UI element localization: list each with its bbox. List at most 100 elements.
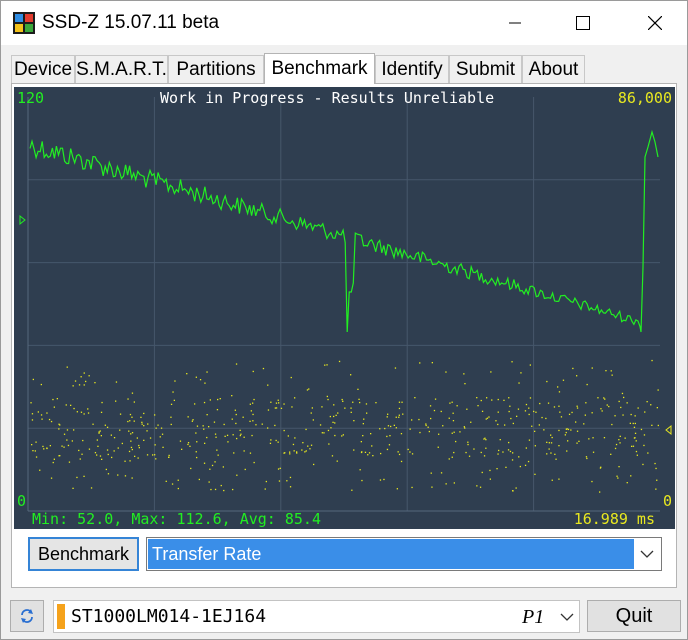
scatter-point <box>636 454 638 456</box>
scatter-point <box>255 424 257 426</box>
scatter-point <box>364 451 367 453</box>
tab-smart[interactable]: S.M.A.R.T. <box>75 55 168 83</box>
scatter-point <box>35 441 37 443</box>
scatter-point <box>168 454 170 457</box>
transfer-rate-line <box>29 129 659 333</box>
quit-button[interactable]: Quit <box>587 600 681 632</box>
scatter-point <box>635 440 637 442</box>
scatter-point <box>488 416 490 418</box>
tab-about[interactable]: About <box>522 55 585 83</box>
scatter-point <box>203 428 205 430</box>
scatter-point <box>565 431 567 434</box>
scatter-point <box>30 402 32 404</box>
scatter-point <box>525 447 527 449</box>
scatter-point <box>155 427 157 429</box>
scatter-point <box>313 463 315 466</box>
scatter-point <box>606 404 608 406</box>
app-icon <box>13 12 35 34</box>
scatter-point <box>149 437 152 439</box>
app-window: SSD-Z 15.07.11 beta Device S.M.A.R.T. Pa… <box>0 0 688 640</box>
scatter-point <box>301 449 303 451</box>
minimize-button[interactable] <box>486 1 544 45</box>
scatter-point <box>98 432 100 434</box>
scatter-point <box>414 397 416 399</box>
scatter-point <box>117 447 119 449</box>
scatter-point <box>411 486 413 489</box>
scatter-point <box>215 436 217 438</box>
scatter-point <box>106 449 109 451</box>
tab-submit[interactable]: Submit <box>449 55 522 83</box>
scatter-point <box>331 455 334 457</box>
scatter-point <box>210 488 212 491</box>
scatter-point <box>533 410 535 413</box>
scatter-point <box>467 443 469 446</box>
scatter-point <box>508 410 510 413</box>
scatter-point <box>656 407 658 409</box>
drive-select[interactable]: ST1000LM014-1EJ164 P1 <box>53 600 580 633</box>
scatter-point <box>76 411 78 413</box>
scatter-point <box>269 442 272 444</box>
scatter-point <box>275 402 278 404</box>
scatter-point <box>335 414 337 416</box>
scatter-point <box>558 478 560 480</box>
scatter-point <box>100 435 102 437</box>
scatter-point <box>576 407 579 409</box>
chevron-down-icon[interactable] <box>633 538 661 570</box>
scatter-point <box>267 384 269 386</box>
scatter-point <box>400 460 403 463</box>
scatter-point <box>516 415 518 417</box>
scatter-point <box>409 428 411 430</box>
scatter-point <box>129 420 131 422</box>
scatter-point <box>262 367 265 370</box>
scatter-point <box>398 453 401 456</box>
scatter-point <box>265 480 267 483</box>
scatter-point <box>56 398 58 400</box>
scatter-point <box>242 416 244 418</box>
maximize-button[interactable] <box>554 1 612 45</box>
tab-partitions[interactable]: Partitions <box>168 55 264 83</box>
tab-device[interactable]: Device <box>11 55 75 83</box>
scatter-point <box>65 404 67 406</box>
scatter-point <box>196 425 199 427</box>
scatter-point <box>592 451 595 453</box>
scatter-point <box>485 418 487 420</box>
scatter-point <box>216 409 219 411</box>
scatter-point <box>141 421 143 423</box>
scatter-point <box>177 487 179 490</box>
scatter-point <box>187 443 189 446</box>
scatter-point <box>304 451 306 453</box>
benchmark-button[interactable]: Benchmark <box>28 537 139 571</box>
scatter-point <box>88 375 90 377</box>
scatter-point <box>234 409 236 411</box>
tab-identify[interactable]: Identify <box>375 55 449 83</box>
scatter-point <box>264 488 266 490</box>
tab-benchmark[interactable]: Benchmark <box>264 53 375 84</box>
scatter-point <box>584 414 586 416</box>
close-button[interactable] <box>626 1 684 45</box>
test-type-select[interactable]: Transfer Rate <box>146 537 662 571</box>
chevron-down-icon[interactable] <box>554 601 580 632</box>
scatter-point <box>576 405 578 407</box>
scatter-point <box>389 435 391 437</box>
scatter-point <box>360 441 362 443</box>
scatter-point <box>655 488 657 490</box>
scatter-point <box>305 428 307 431</box>
scatter-point <box>575 421 577 423</box>
scatter-point <box>631 445 633 447</box>
scatter-point <box>131 416 133 418</box>
scatter-point <box>558 405 560 407</box>
scatter-point <box>76 476 78 479</box>
scatter-point <box>619 442 621 444</box>
scatter-point <box>115 381 118 383</box>
scatter-point <box>49 445 51 447</box>
scatter-point <box>509 405 511 407</box>
refresh-button[interactable] <box>10 600 44 632</box>
scatter-point <box>633 426 636 428</box>
scatter-point <box>473 448 475 450</box>
scatter-point <box>337 412 339 414</box>
scatter-point <box>235 422 237 425</box>
scatter-point <box>289 453 291 455</box>
minimize-icon <box>509 22 521 24</box>
scatter-point <box>467 441 469 443</box>
scatter-point <box>310 412 312 414</box>
